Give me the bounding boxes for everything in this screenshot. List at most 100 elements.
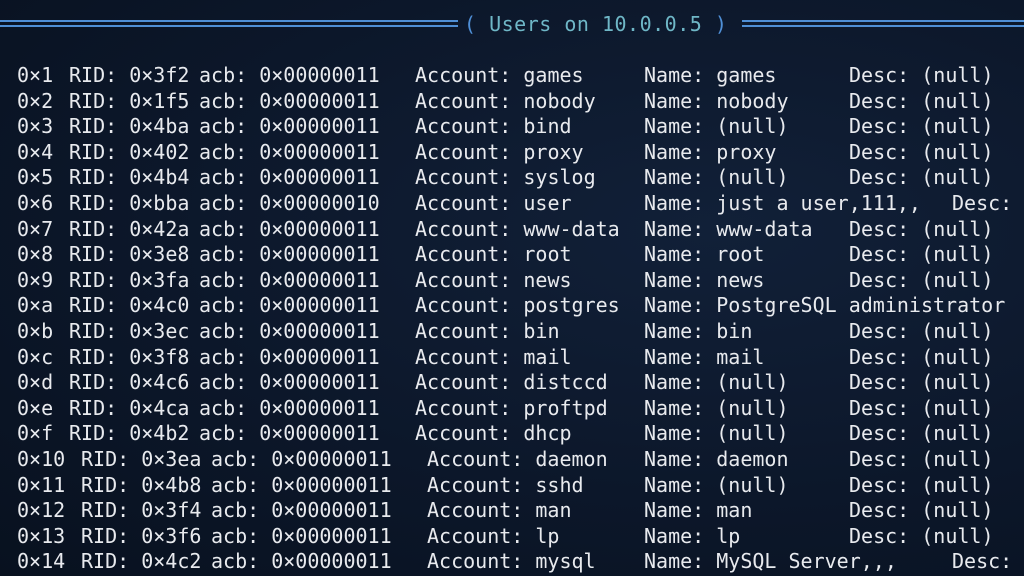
row-desc: Desc: (null)	[849, 165, 994, 190]
row-account: Account: bind	[415, 114, 572, 139]
row-account: Account: syslog	[415, 165, 596, 190]
row-account: Account: proftpd	[415, 395, 608, 420]
row-desc: Desc: (null)	[849, 88, 994, 113]
row-index: 0×12	[17, 498, 66, 523]
banner-title: ( Users on 10.0.0.5 )	[464, 12, 727, 36]
user-row: 0×f RID: 0×4b2 acb: 0×00000011 Account: …	[17, 421, 994, 447]
user-row: 0×4 RID: 0×402 acb: 0×00000011 Account: …	[17, 139, 994, 166]
row-name: Name: (null)	[644, 165, 789, 190]
row-acb: acb: 0×00000011	[199, 344, 380, 369]
row-account: Account: man	[427, 498, 572, 523]
row-acb: acb: 0×00000010	[199, 190, 380, 215]
user-row: 0×13 RID: 0×3f6 acb: 0×00000011 Account:…	[17, 523, 994, 550]
row-index: 0×1	[17, 63, 54, 87]
row-rid: RID: 0×4c6	[69, 370, 190, 395]
row-name: Name: (null)	[644, 472, 789, 497]
row-rid: RID: 0×4ba	[69, 114, 190, 139]
row-acb: acb: 0×00000011	[199, 88, 380, 113]
user-row: 0×8 RID: 0×3e8 acb: 0×00000011 Account: …	[17, 242, 994, 268]
row-index: 0×6	[17, 190, 54, 215]
row-rid: RID: 0×402	[69, 139, 190, 164]
row-rid: RID: 0×3f6	[81, 523, 202, 548]
row-acb: acb: 0×00000011	[199, 216, 380, 241]
row-account: Account: sshd	[427, 472, 584, 497]
row-index: 0×13	[17, 523, 66, 548]
row-name: Name: nobody	[644, 88, 789, 113]
user-row: 0×c RID: 0×3f8 acb: 0×00000011 Account: …	[17, 345, 994, 371]
row-rid: RID: 0×4b8	[81, 472, 202, 497]
row-name: Name: www-data	[644, 216, 813, 241]
row-rid: RID: 0×3e8	[69, 242, 190, 267]
user-row: 0×7 RID: 0×42a acb: 0×00000011 Account: …	[17, 217, 994, 243]
row-name: Name: news	[644, 267, 765, 292]
row-index: 0×2	[17, 88, 54, 113]
row-index: 0×5	[17, 165, 54, 190]
row-name: Name: games	[644, 63, 777, 87]
row-desc: Desc: (null)	[849, 370, 994, 395]
row-name: Name: (null)	[644, 114, 789, 139]
row-index: 0×14	[17, 549, 66, 574]
row-index: 0×11	[17, 472, 66, 497]
row-account: Account: root	[415, 242, 572, 267]
row-index: 0×4	[17, 139, 54, 164]
row-name: Name: root	[644, 242, 765, 267]
row-account: Account: games	[415, 63, 584, 87]
row-name: Name: man	[644, 498, 753, 523]
user-list: 0×1 RID: 0×3f2 acb: 0×00000011 Account: …	[17, 63, 1012, 575]
row-desc: Desc: (null)	[849, 216, 994, 241]
row-rid: RID: 0×bba	[69, 190, 190, 215]
row-account: Account: dhcp	[415, 421, 572, 446]
row-rid: RID: 0×42a	[69, 216, 190, 241]
row-desc: Desc: (null)	[849, 139, 994, 164]
row-rid: RID: 0×1f5	[69, 88, 190, 113]
row-rid: RID: 0×4b4	[69, 165, 190, 190]
row-acb: acb: 0×00000011	[199, 318, 380, 343]
row-desc: Desc: (null)	[849, 523, 994, 548]
banner-rule-right	[742, 20, 1024, 27]
row-desc: Desc: (null)	[849, 344, 994, 369]
row-desc: Desc: (null)	[849, 267, 994, 292]
row-index: 0×10	[17, 446, 66, 471]
row-name: Name: proxy	[644, 139, 777, 164]
row-account: Account: news	[415, 267, 572, 292]
row-account: Account: distccd	[415, 370, 608, 395]
user-row: 0×d RID: 0×4c6 acb: 0×00000011 Account: …	[17, 370, 994, 396]
row-acb: acb: 0×00000011	[199, 421, 380, 446]
banner-open-paren: (	[464, 12, 477, 36]
row-rid: RID: 0×4c2	[81, 549, 202, 574]
row-rid: RID: 0×3f4	[81, 498, 202, 523]
row-acb: acb: 0×00000011	[199, 267, 380, 292]
row-acb: acb: 0×00000011	[211, 498, 392, 523]
row-index: 0×f	[17, 421, 54, 446]
row-desc: Desc: (null)	[849, 395, 994, 420]
row-account: Account: bin	[415, 318, 560, 343]
row-account: Account: postgres	[415, 293, 620, 318]
user-row: 0×12 RID: 0×3f4 acb: 0×00000011 Account:…	[17, 498, 994, 524]
row-rid: RID: 0×4c0	[69, 293, 190, 318]
row-account: Account: daemon	[427, 446, 608, 471]
user-row: 0×11 RID: 0×4b8 acb: 0×00000011 Account:…	[17, 472, 994, 499]
row-desc: Desc:	[952, 190, 1013, 215]
user-row: 0×6 RID: 0×bba acb: 0×00000010 Account: …	[17, 190, 1012, 217]
row-acb: acb: 0×00000011	[199, 165, 380, 190]
row-account: Account: user	[415, 190, 572, 215]
row-acb: acb: 0×00000011	[199, 370, 380, 395]
row-name: Name: bin	[644, 318, 753, 343]
row-index: 0×8	[17, 242, 54, 267]
row-acb: acb: 0×00000011	[199, 242, 380, 267]
row-name: Name: (null)	[644, 370, 789, 395]
row-rid: RID: 0×4ca	[69, 395, 190, 420]
row-acb: acb: 0×00000011	[199, 114, 380, 139]
user-row: 0×9 RID: 0×3fa acb: 0×00000011 Account: …	[17, 267, 994, 294]
row-name: Name: just a user,111,,	[644, 190, 921, 215]
user-row: 0×3 RID: 0×4ba acb: 0×00000011 Account: …	[17, 114, 994, 140]
row-name: Name: MySQL Server,,,	[644, 549, 897, 574]
row-rid: RID: 0×3f2	[69, 63, 190, 87]
row-desc: Desc:	[952, 549, 1013, 574]
row-index: 0×9	[17, 267, 54, 292]
row-acb: acb: 0×00000011	[211, 472, 392, 497]
row-account: Account: mail	[415, 344, 572, 369]
user-row: 0×14 RID: 0×4c2 acb: 0×00000011 Account:…	[17, 549, 1012, 575]
user-row: 0×e RID: 0×4ca acb: 0×00000011 Account: …	[17, 396, 994, 422]
row-index: 0×a	[17, 293, 54, 318]
